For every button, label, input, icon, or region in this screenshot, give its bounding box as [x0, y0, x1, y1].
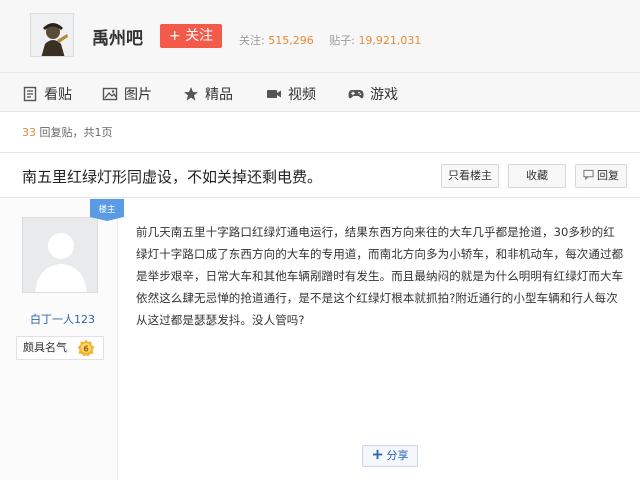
- tab-games-label: 游戏: [370, 87, 398, 103]
- only-author-button[interactable]: 只看楼主: [441, 164, 499, 188]
- reply-button-label: 回复: [597, 169, 619, 182]
- author-column: 楼主 白丁一人123 颇具名气 6: [0, 199, 124, 480]
- star-icon: [184, 87, 198, 101]
- share-button[interactable]: 分享: [362, 445, 418, 467]
- tab-posts-label: 看贴: [44, 87, 72, 103]
- image-icon: [102, 87, 118, 101]
- forum-name[interactable]: 禹州吧: [92, 24, 143, 49]
- author-name[interactable]: 白丁一人123: [30, 311, 95, 327]
- gamepad-icon: [348, 90, 364, 99]
- follow-button[interactable]: + 关注: [160, 24, 222, 48]
- forum-header: 禹州吧 + 关注 关注: 515,296 贴子: 19,921,031: [0, 0, 640, 72]
- forum-stats: 关注: 515,296 贴子: 19,921,031: [239, 32, 433, 48]
- post-count-label: 贴子:: [329, 34, 355, 47]
- user-rank[interactable]: 颇具名气 6: [16, 336, 104, 360]
- author-badge-label: 楼主: [98, 204, 116, 215]
- rank-title: 颇具名气: [23, 341, 67, 354]
- tab-videos[interactable]: 视频: [266, 84, 316, 104]
- reply-info-text: 回复贴，共1页: [39, 126, 113, 139]
- tab-videos-label: 视频: [288, 87, 316, 103]
- tab-featured-label: 精品: [205, 87, 233, 103]
- tab-images[interactable]: 图片: [102, 84, 152, 104]
- video-icon: [267, 90, 281, 98]
- forum-avatar[interactable]: [30, 13, 74, 57]
- reply-icon: [583, 169, 594, 181]
- follow-count-label: 关注:: [239, 34, 265, 47]
- tab-posts[interactable]: 看贴: [22, 84, 72, 104]
- post-content: 前几天南五里十字路口红绿灯通电运行，结果东西方向来往的大车几乎都是抢道，30多秒…: [136, 225, 624, 327]
- favorite-button[interactable]: 收藏: [508, 164, 566, 188]
- author-badge: 楼主: [90, 199, 124, 221]
- reply-count: 33: [22, 126, 36, 139]
- reply-info: 33 回复贴，共1页: [22, 124, 113, 140]
- post: 楼主 白丁一人123 颇具名气 6 前几天南五里十字路口红绿灯通电运行，结果东西…: [0, 199, 640, 480]
- follow-count: 515,296: [268, 34, 314, 47]
- tab-images-label: 图片: [124, 87, 152, 103]
- avatar[interactable]: [22, 217, 98, 293]
- tab-featured[interactable]: 精品: [183, 84, 233, 104]
- share-button-label: 分享: [386, 449, 409, 462]
- page-title: 南五里红绿灯形同虚设，不如关掉还剩电费。: [22, 168, 323, 186]
- thread-title-bar: 南五里红绿灯形同虚设，不如关掉还剩电费。 只看楼主 收藏 回复: [0, 152, 640, 198]
- level-number: 6: [83, 344, 89, 353]
- level-badge-icon: 6: [77, 339, 95, 357]
- plus-icon: [372, 449, 382, 460]
- reply-button[interactable]: 回复: [575, 164, 627, 188]
- post-count: 19,921,031: [358, 34, 422, 47]
- tab-games[interactable]: 游戏: [348, 84, 398, 104]
- forum-nav: 看贴 图片 精品 视频 游戏: [0, 72, 640, 112]
- document-icon: [23, 86, 37, 102]
